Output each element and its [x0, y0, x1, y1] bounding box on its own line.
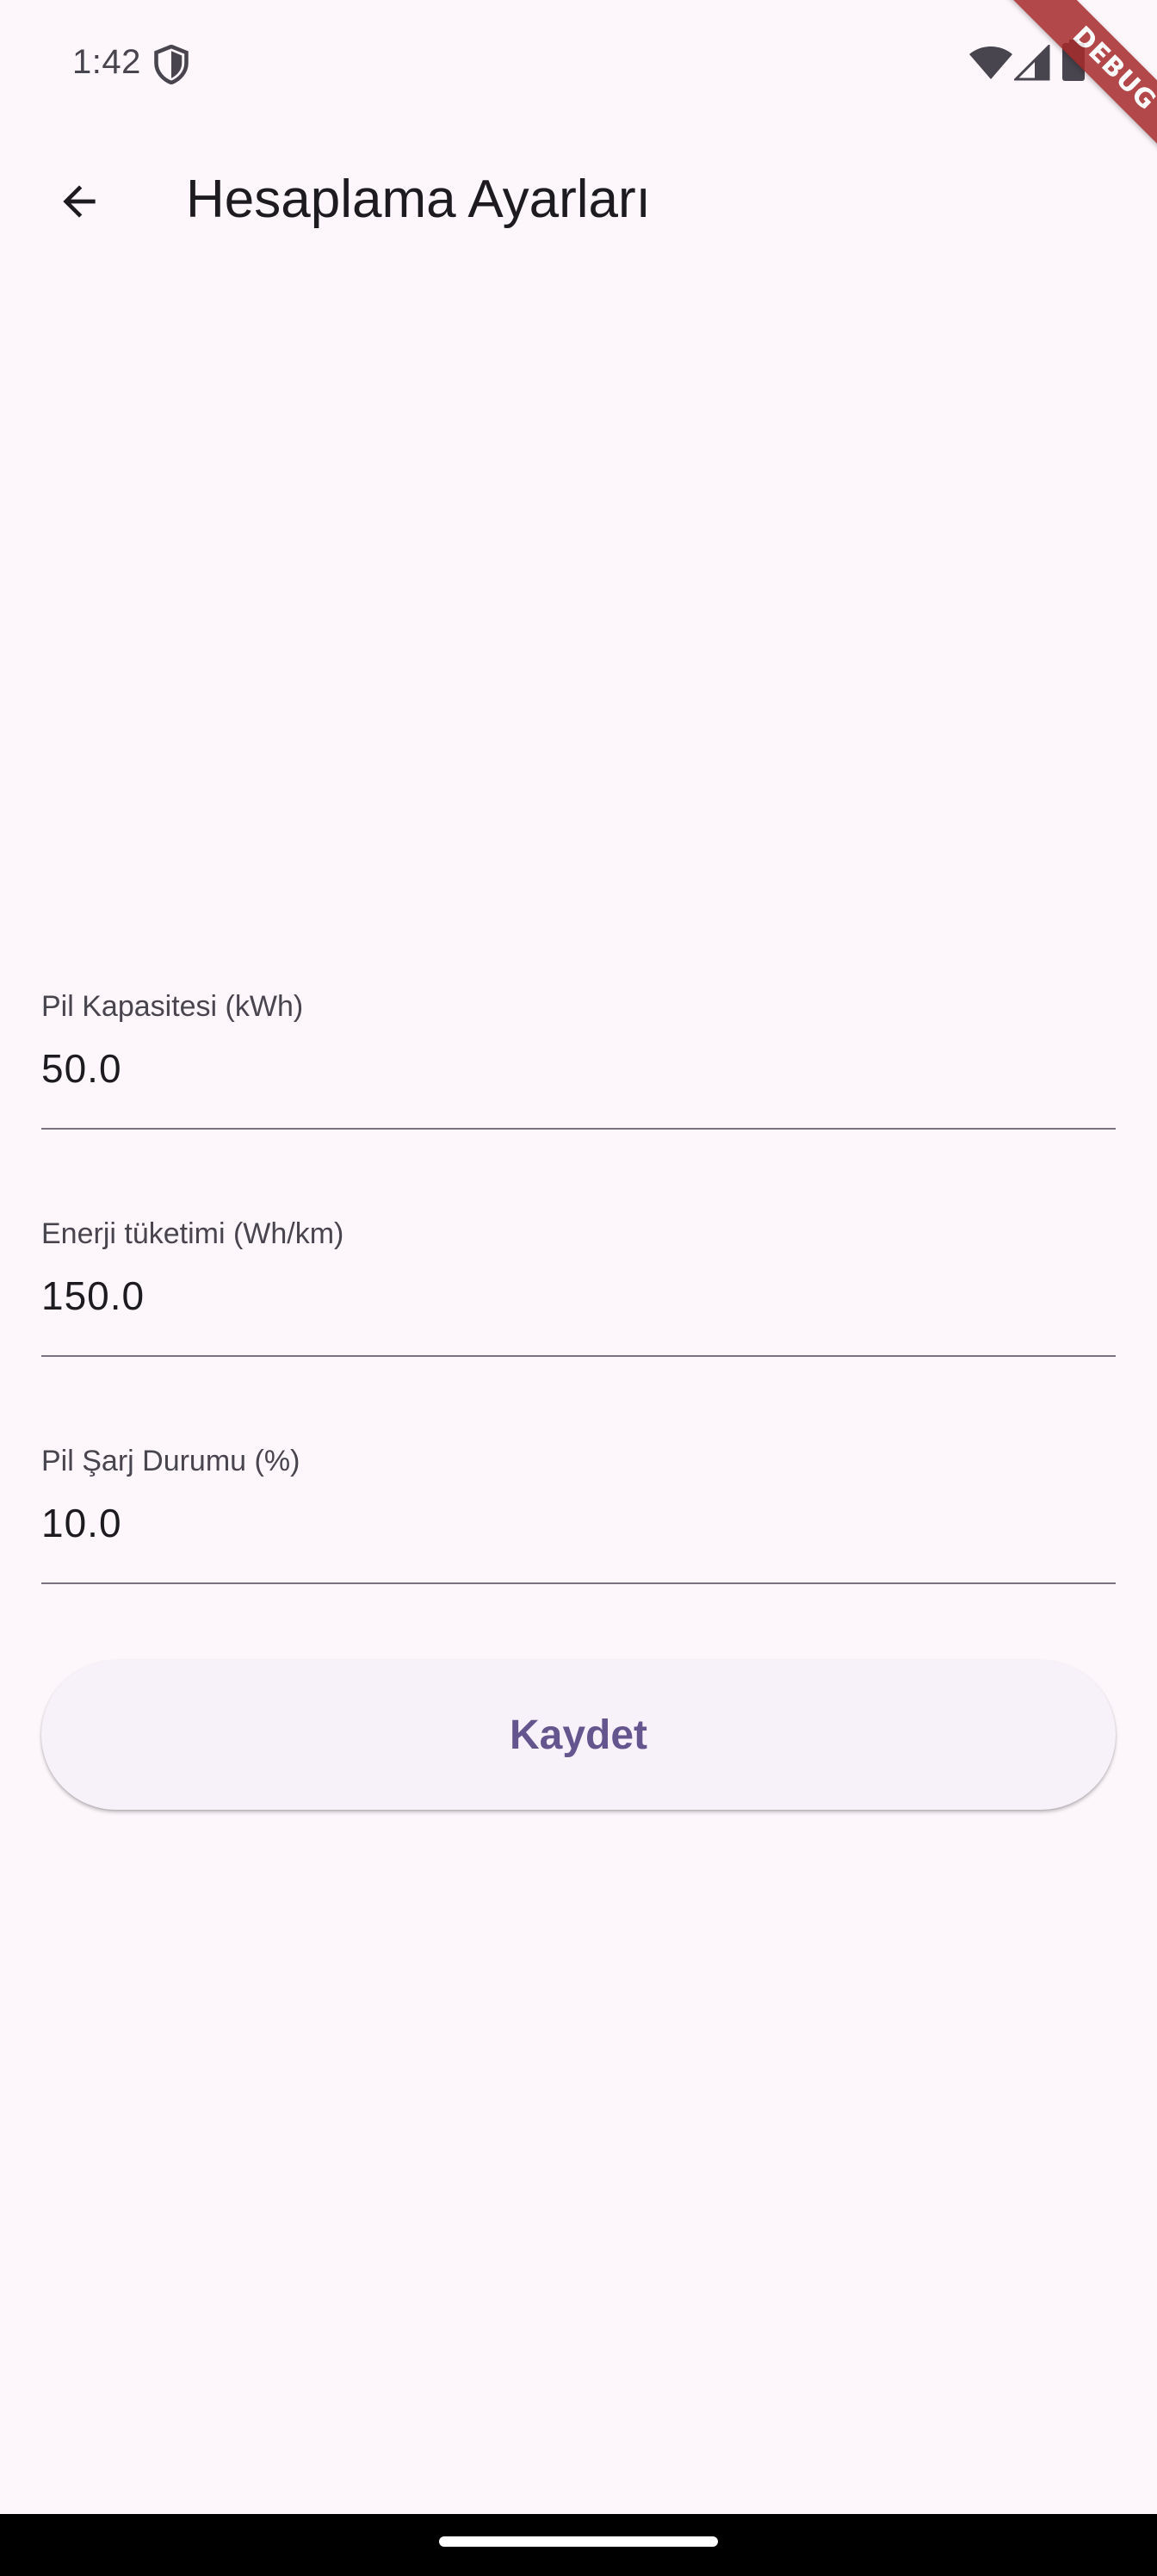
battery-capacity-label: Pil Kapasitesi (kWh): [41, 990, 304, 1023]
back-button[interactable]: [34, 157, 124, 246]
navigation-bar: [0, 2514, 1157, 2576]
battery-charge-label: Pil Şarj Durumu (%): [41, 1445, 300, 1477]
arrow-back-icon: [63, 185, 96, 218]
battery-capacity-field[interactable]: Pil Kapasitesi (kWh): [41, 990, 1116, 1130]
status-time: 1:42: [72, 43, 141, 81]
status-bar: 1:42: [0, 0, 1157, 129]
energy-consumption-field[interactable]: Enerji tüketimi (Wh/km): [41, 1217, 1116, 1357]
battery-capacity-input[interactable]: [41, 1038, 1116, 1099]
screen: 1:42 DEBUG Hesaplama Ayarları Pil Kapasi…: [0, 0, 1157, 2576]
app-bar: Hesaplama Ayarları: [0, 129, 1157, 274]
shield-icon: [154, 45, 189, 84]
energy-consumption-label: Enerji tüketimi (Wh/km): [41, 1217, 344, 1250]
battery-charge-input[interactable]: [41, 1493, 1116, 1553]
battery-charge-field[interactable]: Pil Şarj Durumu (%): [41, 1445, 1116, 1584]
energy-consumption-input[interactable]: [41, 1266, 1116, 1326]
save-button[interactable]: Kaydet: [41, 1660, 1116, 1810]
wifi-icon: [969, 46, 1012, 79]
cellular-signal-icon: [1014, 45, 1050, 81]
page-title: Hesaplama Ayarları: [186, 170, 651, 229]
home-indicator[interactable]: [439, 2536, 718, 2547]
